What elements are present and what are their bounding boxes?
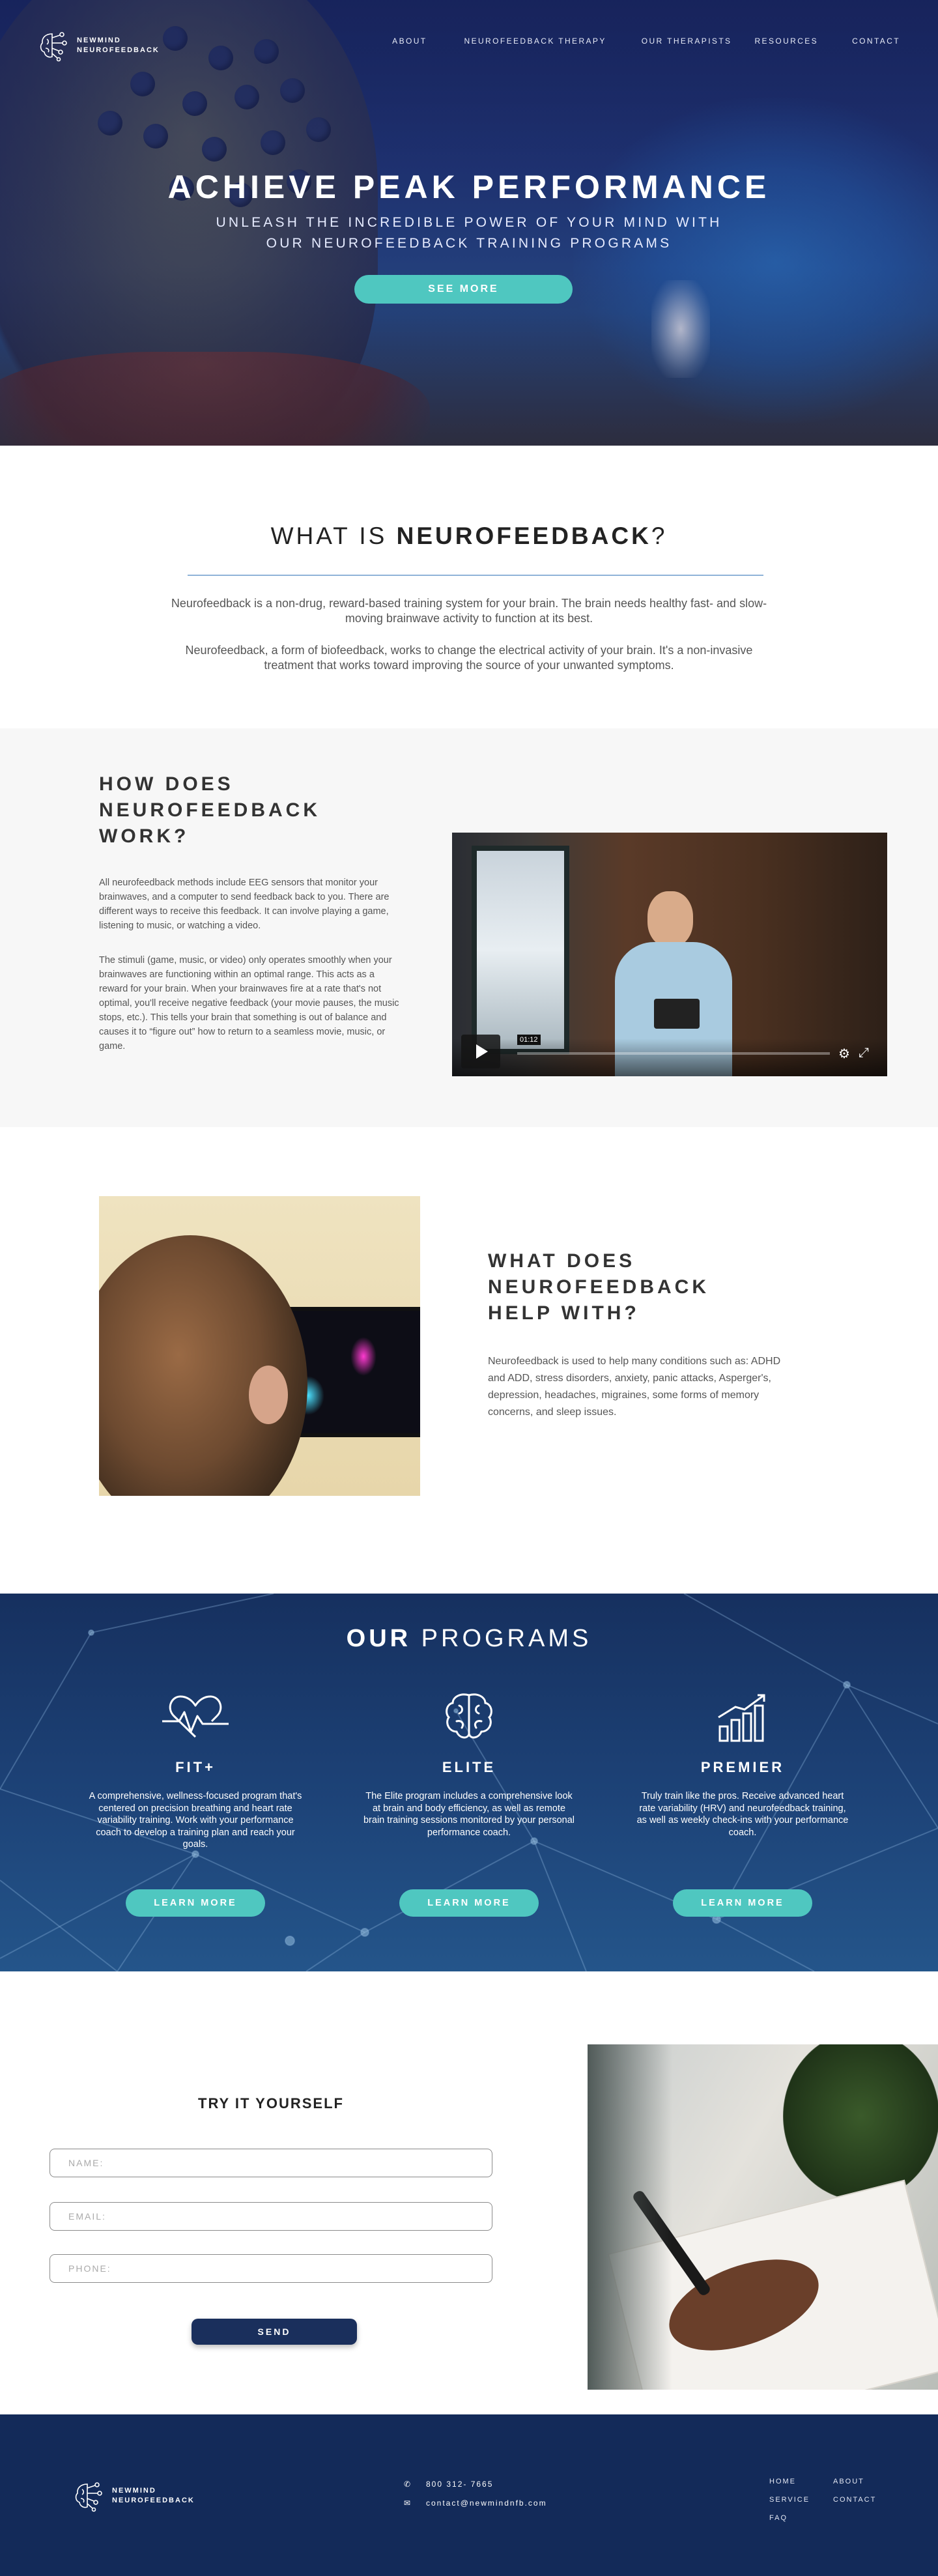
footer-link-about[interactable]: ABOUT xyxy=(833,2472,876,2491)
presenter-head xyxy=(647,891,693,947)
see-more-button[interactable]: SEE MORE xyxy=(354,275,573,304)
footer-links-col1: HOME SERVICE FAQ xyxy=(769,2472,810,2527)
programs-section: OUR PROGRAMS FIT+ A comprehensive, welln… xyxy=(0,1594,938,1971)
phone-field[interactable] xyxy=(50,2254,492,2283)
program-description-fit: A comprehensive, wellness-focused progra… xyxy=(89,1791,302,1850)
video-timestamp: 01:12 xyxy=(517,1035,541,1045)
footer-email-row: ✉ contact@newmindnfb.com xyxy=(404,2493,547,2512)
try-title: TRY IT YOURSELF xyxy=(198,2095,344,2111)
programs-title-bold: OUR xyxy=(346,1625,412,1652)
program-name-fit: FIT+ xyxy=(175,1759,216,1775)
what-is-title-suffix: ? xyxy=(651,522,668,549)
how-paragraph-2: The stimuli (game, music, or video) only… xyxy=(99,955,399,1052)
brain-circuit-logo-icon xyxy=(40,32,67,62)
heartbeat-icon xyxy=(162,1695,229,1738)
footer-link-contact[interactable]: CONTACT xyxy=(833,2491,876,2509)
photo-head xyxy=(99,1235,307,1496)
nav-links: ABOUT NEUROFEEDBACK THERAPY OUR THERAPIS… xyxy=(392,36,900,46)
brand-name-line1: NEWMIND xyxy=(77,36,121,44)
what-is-title-bold: NEUROFEEDBACK xyxy=(396,522,651,549)
photo-plant xyxy=(783,2044,938,2201)
footer-brand-name: NEWMIND NEUROFEEDBACK xyxy=(112,2486,195,2506)
video-progress-bar[interactable] xyxy=(517,1052,830,1055)
help-body: Neurofeedback is used to help many condi… xyxy=(488,1356,781,1418)
learn-more-button-premier[interactable]: LEARN MORE xyxy=(673,1889,812,1917)
footer-brand-name-line2: NEUROFEEDBACK xyxy=(112,2497,195,2504)
program-description-premier: Truly train like the pros. Receive advan… xyxy=(636,1791,849,1838)
video-frame-window xyxy=(472,846,569,1054)
footer-contact: ✆ 800 312- 7665 ✉ contact@newmindnfb.com xyxy=(404,2474,547,2512)
send-button[interactable]: SEND xyxy=(192,2319,357,2345)
photo-shadow xyxy=(588,2044,672,2390)
settings-gear-icon[interactable]: ⚙ xyxy=(838,1046,850,1062)
clipboard-writing-photo xyxy=(588,2044,938,2390)
footer-email[interactable]: contact@newmindnfb.com xyxy=(426,2498,547,2508)
what-is-paragraph-2: Neurofeedback, a form of biofeedback, wo… xyxy=(185,644,753,672)
nav-item-neurofeedback-therapy[interactable]: NEUROFEEDBACK THERAPY xyxy=(464,36,606,46)
hero-title: ACHIEVE PEAK PERFORMANCE xyxy=(167,169,771,205)
what-is-title: WHAT IS NEUROFEEDBACK? xyxy=(0,522,938,550)
video-player[interactable]: 01:12 ⚙ ⤢ xyxy=(452,833,887,1076)
growth-chart-icon xyxy=(718,1694,765,1742)
nav-item-our-therapists[interactable]: OUR THERAPISTS xyxy=(642,36,732,46)
program-card-elite: ELITE The Elite program includes a compr… xyxy=(345,1691,593,1917)
nav-item-about[interactable]: ABOUT xyxy=(392,36,427,46)
footer-link-home[interactable]: HOME xyxy=(769,2472,810,2491)
program-card-premier: PREMIER Truly train like the pros. Recei… xyxy=(619,1691,866,1917)
how-paragraph-1: All neurofeedback methods include EEG se… xyxy=(99,878,390,931)
hero-section: NEWMIND NEUROFEEDBACK ABOUT NEUROFEEDBAC… xyxy=(0,0,938,446)
learn-more-button-fit[interactable]: LEARN MORE xyxy=(126,1889,265,1917)
patient-eeg-photo xyxy=(99,1196,420,1496)
footer-phone[interactable]: 800 312- 7665 xyxy=(426,2480,493,2489)
brand-name-line2: NEUROFEEDBACK xyxy=(77,46,160,54)
nav-item-contact[interactable]: CONTACT xyxy=(852,36,900,46)
program-name-elite: ELITE xyxy=(442,1759,496,1775)
hero-subtitle: UNLEASH THE INCREDIBLE POWER OF YOUR MIN… xyxy=(216,215,722,251)
phone-icon: ✆ xyxy=(404,2479,412,2489)
brand-name: NEWMIND NEUROFEEDBACK xyxy=(77,36,160,55)
what-is-paragraph-1: Neurofeedback is a non-drug, reward-base… xyxy=(171,597,767,625)
help-title: WHAT DOES NEUROFEEDBACK HELP WITH? xyxy=(488,1250,710,1324)
what-is-section: WHAT IS NEUROFEEDBACK? Neurofeedback is … xyxy=(0,446,938,728)
top-nav: NEWMIND NEUROFEEDBACK ABOUT NEUROFEEDBAC… xyxy=(0,0,938,85)
learn-more-button-elite[interactable]: LEARN MORE xyxy=(399,1889,539,1917)
divider xyxy=(188,575,763,576)
footer-phone-row: ✆ 800 312- 7665 xyxy=(404,2474,547,2493)
how-it-works-section: HOW DOES NEUROFEEDBACK WORK? All neurofe… xyxy=(0,728,938,1127)
email-field[interactable] xyxy=(50,2202,492,2231)
site-footer: NEWMIND NEUROFEEDBACK ✆ 800 312- 7665 ✉ … xyxy=(0,2414,938,2576)
brand-logo[interactable]: NEWMIND NEUROFEEDBACK xyxy=(36,29,160,63)
footer-link-service[interactable]: SERVICE xyxy=(769,2491,810,2509)
programs-title-rest: PROGRAMS xyxy=(411,1625,592,1652)
program-description-elite: The Elite program includes a comprehensi… xyxy=(363,1791,575,1838)
how-title: HOW DOES NEUROFEEDBACK WORK? xyxy=(99,773,321,847)
brain-icon xyxy=(446,1693,492,1739)
program-card-fit: FIT+ A comprehensive, wellness-focused p… xyxy=(72,1691,319,1917)
brain-circuit-logo-icon xyxy=(75,2482,102,2512)
monitor-glow-pink xyxy=(350,1337,377,1376)
envelope-icon: ✉ xyxy=(404,2498,412,2508)
video-frame-laptop xyxy=(654,999,700,1029)
footer-link-faq[interactable]: FAQ xyxy=(769,2509,810,2527)
what-is-title-prefix: WHAT IS xyxy=(270,522,397,549)
photo-ear xyxy=(249,1366,288,1424)
play-button[interactable] xyxy=(461,1035,500,1068)
footer-brand-logo[interactable]: NEWMIND NEUROFEEDBACK xyxy=(72,2479,195,2513)
program-name-premier: PREMIER xyxy=(700,1759,785,1775)
try-it-section: TRY IT YOURSELF SEND xyxy=(0,1971,938,2414)
name-field[interactable] xyxy=(50,2149,492,2177)
fullscreen-icon[interactable]: ⤢ xyxy=(859,1046,869,1061)
footer-brand-name-line1: NEWMIND xyxy=(112,2487,156,2495)
footer-links-col2: ABOUT CONTACT xyxy=(833,2472,876,2509)
nav-item-resources[interactable]: RESOURCES xyxy=(754,36,818,46)
programs-title: OUR PROGRAMS xyxy=(0,1625,938,1653)
help-with-section: WHAT DOES NEUROFEEDBACK HELP WITH? Neuro… xyxy=(0,1127,938,1594)
